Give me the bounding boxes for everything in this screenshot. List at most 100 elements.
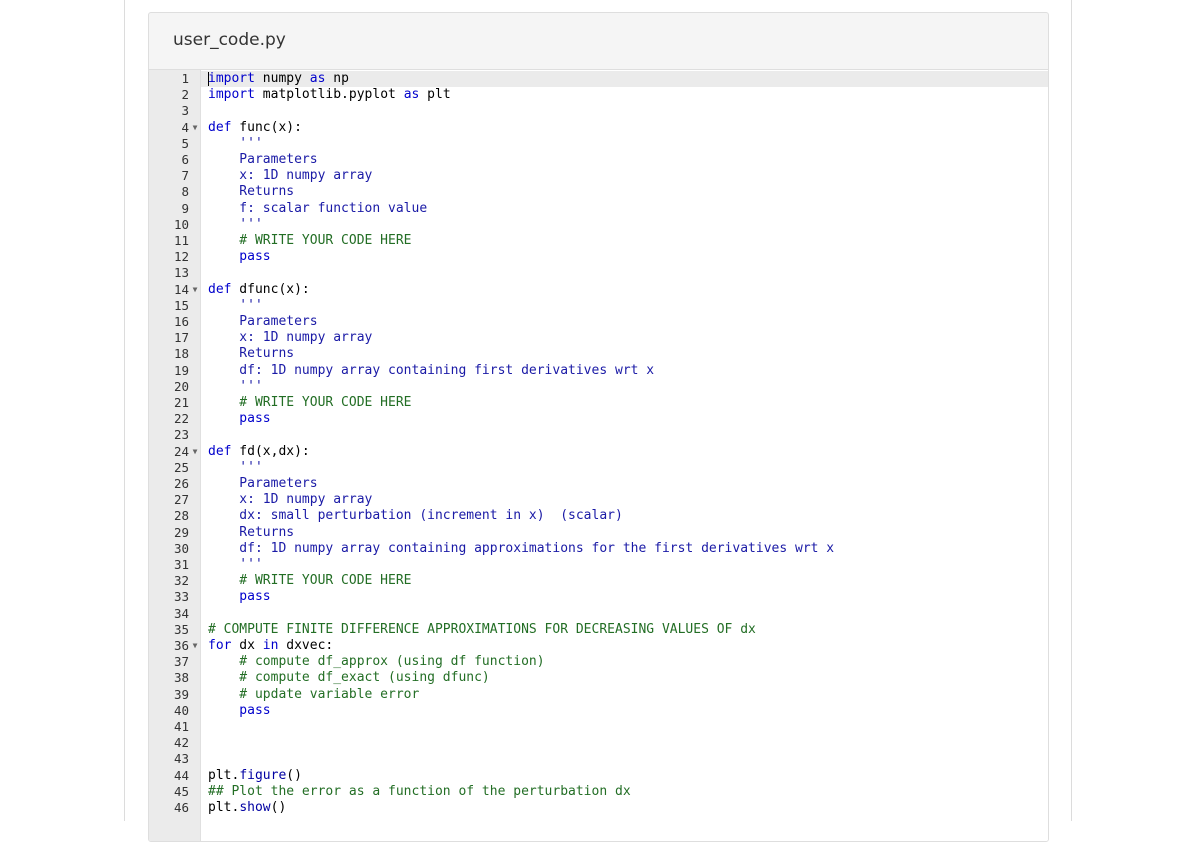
gutter-row: 21 (149, 395, 200, 411)
code-line[interactable]: def func(x): (201, 120, 1048, 136)
line-number: 28 (173, 508, 189, 524)
code-line[interactable]: def dfunc(x): (201, 282, 1048, 298)
code-token: pass (208, 589, 271, 605)
code-token: dx: small perturbation (increment in x) … (208, 508, 623, 524)
code-line[interactable]: import numpy as np (201, 71, 1048, 88)
line-number: 42 (173, 735, 189, 751)
code-line[interactable]: def fd(x,dx): (201, 444, 1048, 460)
code-line[interactable]: ''' (201, 136, 1048, 152)
code-line-text: ''' (208, 298, 263, 314)
code-line[interactable]: x: 1D numpy array (201, 492, 1048, 508)
code-line[interactable]: # compute df_exact (using dfunc) (201, 670, 1048, 686)
code-line[interactable]: x: 1D numpy array (201, 330, 1048, 346)
line-number: 33 (173, 589, 189, 605)
gutter-row: 23 (149, 427, 200, 443)
code-line-text: # update variable error (208, 687, 419, 703)
code-line[interactable]: Parameters (201, 152, 1048, 168)
code-token: ''' (208, 216, 263, 232)
fold-toggle-icon[interactable]: ▼ (191, 282, 199, 298)
code-line[interactable] (201, 606, 1048, 622)
code-line-text: x: 1D numpy array (208, 492, 372, 508)
code-line[interactable] (201, 719, 1048, 735)
code-token: show (239, 800, 271, 815)
code-line[interactable]: pass (201, 249, 1048, 265)
code-token: Parameters (208, 476, 318, 491)
code-line[interactable]: Returns (201, 184, 1048, 200)
code-line[interactable]: ''' (201, 557, 1048, 573)
code-line[interactable]: df: 1D numpy array containing approximat… (201, 541, 1048, 557)
code-line[interactable] (201, 427, 1048, 443)
code-line[interactable]: ''' (201, 298, 1048, 314)
code-line[interactable]: x: 1D numpy array (201, 168, 1048, 184)
gutter-row: 46 (149, 800, 200, 816)
code-line[interactable]: f: scalar function value (201, 201, 1048, 217)
gutter-row: 43 (149, 751, 200, 767)
code-line-text: ''' (208, 217, 263, 233)
code-line[interactable]: plt.show() (201, 800, 1048, 816)
code-line[interactable]: # update variable error (201, 687, 1048, 703)
code-line[interactable]: # WRITE YOUR CODE HERE (201, 395, 1048, 411)
gutter-row: 36 ▼ (149, 638, 200, 654)
code-line[interactable]: dx: small perturbation (increment in x) … (201, 508, 1048, 524)
code-line[interactable]: ## Plot the error as a function of the p… (201, 784, 1048, 800)
gutter-row: 41 (149, 719, 200, 735)
code-line[interactable]: Returns (201, 346, 1048, 362)
code-line[interactable]: ''' (201, 379, 1048, 395)
code-line-text: plt.show() (208, 800, 286, 816)
fold-toggle-icon[interactable]: ▼ (191, 120, 199, 136)
code-line-text: import matplotlib.pyplot as plt (208, 87, 451, 103)
code-token: Returns (208, 184, 295, 200)
code-line[interactable]: ''' (201, 460, 1048, 476)
code-line[interactable]: plt.figure() (201, 768, 1048, 784)
line-number: 16 (173, 314, 189, 329)
line-number: 8 (181, 184, 189, 200)
code-token: Parameters (208, 152, 318, 167)
code-line[interactable]: for dx in dxvec: (201, 638, 1048, 654)
line-number: 44 (173, 767, 189, 783)
gutter-row: 19 (149, 363, 200, 379)
fold-toggle-icon[interactable]: ▼ (191, 444, 199, 460)
code-line[interactable]: import matplotlib.pyplot as plt (201, 87, 1048, 103)
code-line[interactable]: pass (201, 589, 1048, 605)
code-token: figure (239, 767, 287, 783)
code-token: in (262, 638, 279, 653)
code-line[interactable]: # COMPUTE FINITE DIFFERENCE APPROXIMATIO… (201, 622, 1048, 638)
code-token: plt (419, 87, 451, 103)
code-line[interactable]: df: 1D numpy array containing first deri… (201, 363, 1048, 379)
code-line[interactable] (201, 103, 1048, 119)
code-line[interactable]: Returns (201, 525, 1048, 541)
line-number: 13 (173, 265, 189, 281)
line-number: 3 (181, 103, 189, 119)
code-line[interactable]: Parameters (201, 314, 1048, 330)
code-line[interactable] (201, 265, 1048, 281)
code-token: # compute df_exact (using dfunc) (208, 670, 490, 686)
code-line-text: pass (208, 411, 270, 427)
code-line[interactable] (201, 735, 1048, 751)
code-token: # WRITE YOUR CODE HERE (208, 573, 412, 589)
code-line[interactable] (201, 751, 1048, 767)
gutter-row: 9 (149, 201, 200, 217)
gutter-row: 6 (149, 152, 200, 168)
line-number: 41 (173, 719, 189, 734)
gutter-row: 14 ▼ (149, 282, 200, 298)
code-line[interactable]: ''' (201, 217, 1048, 233)
line-number: 35 (173, 621, 189, 637)
code-token: numpy (254, 71, 310, 86)
code-line-text: f: scalar function value (208, 201, 427, 217)
code-line[interactable]: pass (201, 703, 1048, 719)
gutter-row: 28 (149, 508, 200, 524)
code-line-text: Parameters (208, 152, 318, 168)
code-line[interactable]: # WRITE YOUR CODE HERE (201, 233, 1048, 249)
line-number: 27 (173, 492, 189, 508)
code-line[interactable]: # compute df_approx (using df function) (201, 654, 1048, 670)
code-token: dfunc(x): (231, 281, 310, 297)
code-area[interactable]: import numpy as np import matplotlib.pypl… (201, 70, 1048, 841)
code-line[interactable]: Parameters (201, 476, 1048, 492)
code-token: # WRITE YOUR CODE HERE (208, 233, 412, 248)
gutter-row: 45 (149, 784, 200, 800)
fold-toggle-icon[interactable]: ▼ (191, 638, 199, 654)
code-line[interactable]: pass (201, 411, 1048, 427)
line-number: 32 (173, 573, 189, 589)
code-line[interactable]: # WRITE YOUR CODE HERE (201, 573, 1048, 589)
code-editor[interactable]: 1 2 3 4 ▼ 5 6 7 8 9 10 11 12 13 14 ▼ 15 16 17 18 19 20 21 22 23 2… (149, 69, 1048, 841)
